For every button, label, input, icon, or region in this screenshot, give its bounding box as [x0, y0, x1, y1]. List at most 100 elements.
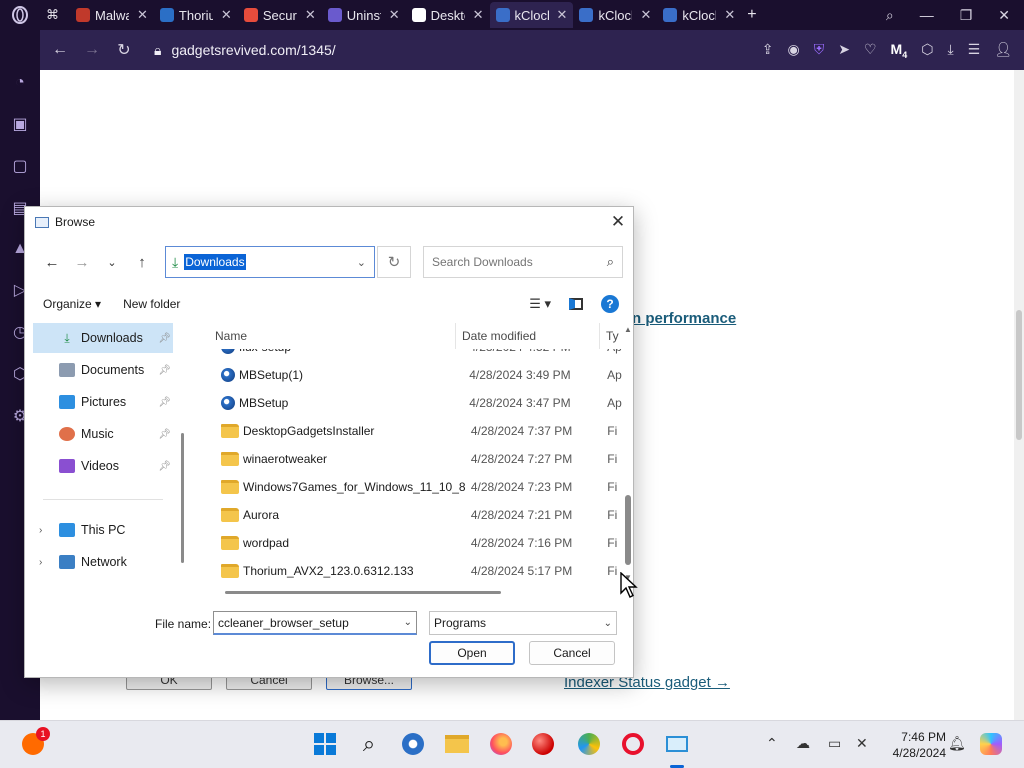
- forward-arrow-icon[interactable]: →: [67, 254, 97, 271]
- path-text[interactable]: Downloads: [184, 254, 246, 270]
- tab-close-icon[interactable]: ✕: [305, 7, 316, 23]
- search-tabs-icon[interactable]: ⌕: [886, 7, 894, 24]
- taskbar-clock[interactable]: 7:46 PM 4/28/2024: [880, 729, 946, 761]
- active-app-taskbar-icon[interactable]: [664, 731, 690, 757]
- search-taskbar-icon[interactable]: ⌕: [356, 731, 382, 757]
- refresh-button[interactable]: ↻: [377, 246, 411, 278]
- tab-close-icon[interactable]: ✕: [389, 7, 400, 23]
- file-list-horizontal-scrollbar[interactable]: [225, 591, 501, 594]
- search-input[interactable]: [432, 255, 592, 269]
- file-row[interactable]: MBSetup(1) 4/28/2024 3:49 PM Ap: [201, 361, 625, 389]
- cancel-button[interactable]: Cancel: [529, 641, 615, 665]
- file-type-select[interactable]: Programs ⌄: [429, 611, 617, 635]
- tab-close-icon[interactable]: ✕: [137, 7, 148, 23]
- copilot-icon[interactable]: [978, 731, 1004, 757]
- browser-tab[interactable]: Uninst ✕: [322, 2, 406, 28]
- performance-link[interactable]: n performance: [632, 310, 736, 327]
- account-icon[interactable]: 👤︎: [994, 41, 1012, 58]
- opera-logo-icon[interactable]: [0, 0, 40, 30]
- forward-icon[interactable]: →: [76, 41, 108, 59]
- cube-icon[interactable]: ⬡: [921, 41, 933, 58]
- expand-chevron-icon[interactable]: ›: [39, 557, 42, 568]
- browser-tab[interactable]: Deskto ✕: [406, 2, 490, 28]
- display-icon[interactable]: ▭: [828, 735, 841, 752]
- path-dropdown-icon[interactable]: ⌄: [357, 256, 366, 269]
- file-row[interactable]: winaerotweaker 4/28/2024 7:27 PM Fi: [201, 445, 625, 473]
- minimize-icon[interactable]: —: [920, 7, 934, 23]
- preview-pane-icon[interactable]: [569, 298, 583, 310]
- back-icon[interactable]: ←: [44, 41, 76, 59]
- share-icon[interactable]: ⇪: [762, 41, 774, 58]
- browser-tab[interactable]: kClock ✕: [489, 2, 574, 28]
- notification-bell-icon[interactable]: 🔔︎: [948, 735, 966, 752]
- tab-close-icon[interactable]: ✕: [221, 7, 232, 23]
- file-row[interactable]: MBSetup 4/28/2024 3:47 PM Ap: [201, 389, 625, 417]
- browser-tab[interactable]: kClock ✕: [573, 2, 657, 28]
- twitch-icon[interactable]: ▢: [12, 156, 27, 176]
- nav-scrollbar[interactable]: [181, 433, 184, 563]
- browser-taskbar-icon[interactable]: [576, 731, 602, 757]
- new-tab-button[interactable]: +: [741, 2, 762, 28]
- maximize-icon[interactable]: ❐: [960, 7, 973, 24]
- search-box[interactable]: ⌕: [423, 246, 623, 278]
- reload-icon[interactable]: ↻: [108, 40, 140, 60]
- scroll-up-icon[interactable]: ▲: [624, 325, 632, 334]
- downloads-icon[interactable]: ⤓: [947, 41, 953, 58]
- start-button[interactable]: [312, 731, 338, 757]
- file-explorer-taskbar-icon[interactable]: [444, 731, 470, 757]
- nav-item-downloads[interactable]: ⤓ Downloads 📌︎: [33, 323, 173, 353]
- page-scrollbar[interactable]: [1014, 70, 1024, 720]
- nav-item-documents[interactable]: Documents 📌︎: [33, 355, 173, 385]
- extension-m-icon[interactable]: M4: [891, 41, 908, 60]
- tab-close-icon[interactable]: ✕: [640, 7, 651, 23]
- browser-tab[interactable]: Thoriu ✕: [154, 2, 238, 28]
- tab-close-icon[interactable]: ✕: [724, 7, 735, 23]
- heart-icon[interactable]: ♡: [864, 41, 877, 58]
- file-row[interactable]: Aurora 4/28/2024 7:21 PM Fi: [201, 501, 625, 529]
- nav-item-pictures[interactable]: Pictures 📌︎: [33, 387, 173, 417]
- browser-tab[interactable]: kClock ✕: [657, 2, 741, 28]
- onedrive-icon[interactable]: ☁: [796, 735, 810, 752]
- camera-icon[interactable]: ◉: [788, 41, 800, 58]
- new-folder-button[interactable]: New folder: [123, 297, 180, 311]
- dialog-close-icon[interactable]: ✕: [603, 212, 633, 232]
- expand-chevron-icon[interactable]: ›: [39, 525, 42, 536]
- send-icon[interactable]: ➤: [838, 41, 850, 58]
- help-icon[interactable]: ?: [601, 295, 619, 313]
- file-row[interactable]: Windows7Games_for_Windows_11_10_8 4/28/20…: [201, 473, 625, 501]
- nav-item-music[interactable]: Music 📌︎: [33, 419, 173, 449]
- file-row[interactable]: DesktopGadgetsInstaller 4/28/2024 7:37 PM…: [201, 417, 625, 445]
- red-ball-taskbar-icon[interactable]: [530, 731, 556, 757]
- recent-locations-chevron-icon[interactable]: ⌄: [97, 256, 127, 269]
- column-type-header[interactable]: Ty: [600, 323, 625, 349]
- easy-setup-icon[interactable]: ☰: [968, 41, 981, 58]
- browser-tab[interactable]: Malwa ✕: [70, 2, 154, 28]
- thorium-taskbar-icon[interactable]: [400, 731, 426, 757]
- back-arrow-icon[interactable]: ←: [37, 254, 67, 271]
- file-name-input[interactable]: ccleaner_browser_setup ⌄: [213, 611, 417, 635]
- tray-chevron-icon[interactable]: ⌃: [766, 735, 778, 752]
- vpn-shield-icon[interactable]: ⛨: [814, 41, 825, 58]
- column-date-header[interactable]: Date modified: [456, 323, 600, 349]
- address-path-box[interactable]: ⤓ Downloads ⌄: [165, 246, 375, 278]
- file-list-vertical-scrollbar[interactable]: ▲ ▼: [624, 323, 632, 593]
- nav-item-this-pc[interactable]: › This PC: [33, 515, 173, 545]
- file-row[interactable]: Thorium_AVX2_123.0.6312.133 4/28/2024 5:1…: [201, 557, 625, 585]
- nav-item-videos[interactable]: Videos 📌︎: [33, 451, 173, 481]
- tab-close-icon[interactable]: ✕: [473, 7, 484, 23]
- opera-taskbar-icon[interactable]: [620, 731, 646, 757]
- tab-close-icon[interactable]: ✕: [557, 7, 568, 23]
- close-window-icon[interactable]: ✕: [998, 7, 1010, 24]
- column-name-header[interactable]: Name: [201, 323, 456, 349]
- view-options-icon[interactable]: ☰ ▾: [529, 296, 551, 312]
- volume-muted-icon[interactable]: ✕: [856, 735, 868, 752]
- open-button[interactable]: Open: [429, 641, 515, 665]
- file-list-scroll-thumb[interactable]: [625, 495, 631, 565]
- tab-gamepad[interactable]: ⌘: [40, 2, 70, 28]
- firefox-taskbar-icon[interactable]: [488, 731, 514, 757]
- opera-gx-taskbar-icon[interactable]: 1: [20, 727, 50, 757]
- nav-item-network[interactable]: › Network: [33, 547, 173, 577]
- bag-icon[interactable]: ▣: [12, 114, 27, 134]
- page-scroll-thumb[interactable]: [1016, 310, 1022, 440]
- file-name-dropdown-icon[interactable]: ⌄: [404, 617, 412, 628]
